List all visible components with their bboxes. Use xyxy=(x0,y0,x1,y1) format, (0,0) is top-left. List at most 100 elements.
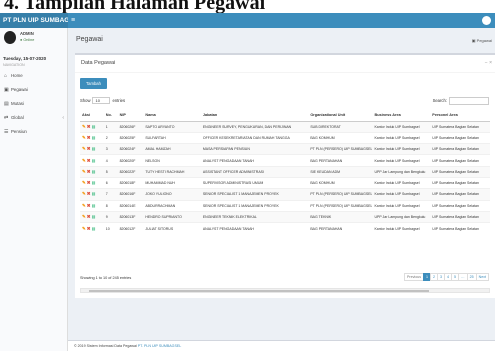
view-icon[interactable]: ▤ xyxy=(92,226,96,231)
delete-icon[interactable]: ✖ xyxy=(87,158,91,163)
entries-select[interactable]: 10 xyxy=(92,97,111,105)
edit-icon[interactable]: ✎ xyxy=(82,214,86,219)
edit-icon[interactable]: ✎ xyxy=(82,124,86,129)
sidebar-item-global[interactable]: ⇄ Global ‹ xyxy=(0,111,68,125)
delete-icon[interactable]: ✖ xyxy=(87,191,91,196)
previous-page-button[interactable]: Previous xyxy=(404,273,425,281)
entries-length: Show 10 entries xyxy=(80,97,125,105)
footer-link[interactable]: PT. PLN UIP SUMBAGSEL xyxy=(138,344,181,348)
view-icon[interactable]: ▤ xyxy=(92,124,96,129)
column-header[interactable]: NIP xyxy=(117,110,144,122)
view-icon[interactable]: ▤ xyxy=(92,158,96,163)
cell-personel-area: UIP Sumatera Bagian Selatan xyxy=(430,131,490,144)
users-icon: ▣ xyxy=(4,87,9,93)
sidebar-item-home[interactable]: ⌂ Home xyxy=(0,69,68,83)
sidebar-toggle-icon[interactable]: ≡ xyxy=(71,13,75,28)
breadcrumb[interactable]: ▣ Pegawai xyxy=(472,38,492,43)
column-header[interactable]: Organizational Unit xyxy=(308,110,373,122)
table-row: ✎✖▤ 2 8206025F SULFARTAH OFFICER KESEKRETARI… xyxy=(80,131,490,144)
edit-icon[interactable]: ✎ xyxy=(82,146,86,151)
delete-icon[interactable]: ✖ xyxy=(87,226,91,231)
sidebar-item-mutasi[interactable]: ▤ Mutasi xyxy=(0,97,68,111)
sidebar-item-label: Pensiun xyxy=(11,129,27,134)
table-row: ✎✖▤ 1 8206026F SAPTO ARYANTO ENGINEER SURVEY… xyxy=(80,120,490,133)
cell-no: 2 xyxy=(103,131,118,144)
delete-icon[interactable]: ✖ xyxy=(87,203,91,208)
view-icon[interactable]: ▤ xyxy=(92,135,96,140)
view-icon[interactable]: ▤ xyxy=(92,180,96,185)
edit-icon[interactable]: ✎ xyxy=(82,226,86,231)
view-icon[interactable]: ▤ xyxy=(92,203,96,208)
table-row: ✎✖▤ 8 8206014E ABDURRACHMAN SENIOR SPECIALIS… xyxy=(80,199,490,212)
row-actions: ✎✖▤ xyxy=(80,199,104,212)
next-page-button[interactable]: Next xyxy=(475,273,489,281)
edit-icon[interactable]: ✎ xyxy=(82,203,86,208)
delete-icon[interactable]: ✖ xyxy=(87,169,91,174)
cell-nama: SULFARTAH xyxy=(143,131,201,144)
column-header[interactable]: Nama xyxy=(143,110,201,122)
delete-icon[interactable]: ✖ xyxy=(87,124,91,129)
sidebar-item-label: Home xyxy=(11,73,23,78)
box-title: Data Pegawai xyxy=(81,60,116,66)
row-actions: ✎✖▤ xyxy=(80,131,104,144)
row-actions: ✎✖▤ xyxy=(80,188,104,201)
view-icon[interactable]: ▤ xyxy=(92,146,96,151)
view-icon[interactable]: ▤ xyxy=(92,169,96,174)
cell-org-unit: BAG PERTANAHAN xyxy=(308,222,373,234)
cell-no: 10 xyxy=(103,222,118,234)
cell-org-unit: BAG KOMHUM xyxy=(308,176,373,189)
column-header[interactable]: Jabatan xyxy=(200,110,309,122)
column-header[interactable]: No. xyxy=(103,110,118,122)
view-icon[interactable]: ▤ xyxy=(92,191,96,196)
box-tools-icon[interactable]: − × xyxy=(485,60,492,66)
delete-icon[interactable]: ✖ xyxy=(87,146,91,151)
table-row: ✎✖▤ 9 8206013F HENDRO SUPRIANTO ENGINEER TEK… xyxy=(80,210,490,223)
chevron-left-icon: ‹ xyxy=(62,115,64,121)
scrollbar-thumb[interactable] xyxy=(89,290,429,292)
cell-nip: 8206016F xyxy=(117,188,144,201)
column-header[interactable]: Aksi xyxy=(80,110,104,122)
footer-text: © 2019 Sistem Informasi Data Pegawai xyxy=(74,344,137,348)
cell-jabatan: ANALYST PENGADAAN TANAH xyxy=(200,222,309,234)
cell-business-area: Kantor Induk UIP Sumbagsel xyxy=(372,188,431,201)
delete-icon[interactable]: ✖ xyxy=(87,135,91,140)
cell-nama: SAPTO ARYANTO xyxy=(143,120,201,133)
top-navbar: PT PLN UIP SUMBAG ≡ xyxy=(0,13,495,28)
app-brand[interactable]: PT PLN UIP SUMBAG xyxy=(0,13,68,28)
column-header[interactable]: Business Area xyxy=(372,110,431,122)
search-input[interactable] xyxy=(449,97,489,105)
edit-icon[interactable]: ✎ xyxy=(82,191,86,196)
delete-icon[interactable]: ✖ xyxy=(87,214,91,219)
user-avatar-icon[interactable] xyxy=(482,16,491,25)
book-icon: ▤ xyxy=(4,101,9,107)
sidebar-item-pegawai[interactable]: ▣ Pegawai xyxy=(0,83,68,97)
horizontal-scrollbar[interactable] xyxy=(80,288,490,293)
edit-icon[interactable]: ✎ xyxy=(82,169,86,174)
cell-jabatan: SENIOR SPECIALIST 1 MANAJEMEN PROYEK xyxy=(200,188,309,201)
cell-nip: 8206024F xyxy=(117,143,144,155)
table-row: ✎✖▤ 4 8206020F NELSON ANALYST PENGADAAN TANA… xyxy=(80,154,490,167)
sidebar-item-pensiun[interactable]: ☰ Pensiun xyxy=(0,125,68,139)
cell-nama: TUTY HESTI RACHMAH xyxy=(143,165,201,178)
view-icon[interactable]: ▤ xyxy=(92,214,96,219)
delete-icon[interactable]: ✖ xyxy=(87,180,91,185)
cell-personel-area: UIP Sumatera Bagian Selatan xyxy=(430,154,490,167)
column-header[interactable]: Personel Area xyxy=(430,110,490,122)
table-row: ✎✖▤ 7 8206016F JOKO YULIONO SENIOR SPECIALIS… xyxy=(80,188,490,201)
cell-jabatan: ENGINEER TEKNIK ELEKTRIKAL xyxy=(200,210,309,223)
table-row: ✎✖▤ 3 8206024F AMAL HAMZAH MASA PERSIAPAN PE… xyxy=(80,143,490,155)
cell-business-area: Kantor Induk UIP Sumbagsel xyxy=(372,199,431,212)
edit-icon[interactable]: ✎ xyxy=(82,135,86,140)
row-actions: ✎✖▤ xyxy=(80,210,104,223)
cell-no: 6 xyxy=(103,176,118,189)
sidebar-item-label: Mutasi xyxy=(11,101,24,106)
page-title: Pegawai xyxy=(76,36,103,43)
add-button[interactable]: Tambah xyxy=(80,78,107,89)
table-search: Search: xyxy=(433,97,489,105)
cell-nama: NELSON xyxy=(143,154,201,167)
table-row: ✎✖▤ 6 8206018F MUHAMMAD NUH SUPERVISOR ADMIN… xyxy=(80,176,490,189)
edit-icon[interactable]: ✎ xyxy=(82,158,86,163)
edit-icon[interactable]: ✎ xyxy=(82,180,86,185)
exchange-icon: ⇄ xyxy=(4,115,9,121)
cell-jabatan: OFFICER KESEKRETARIATAN DAN RUMAH TANGGA xyxy=(200,131,309,144)
